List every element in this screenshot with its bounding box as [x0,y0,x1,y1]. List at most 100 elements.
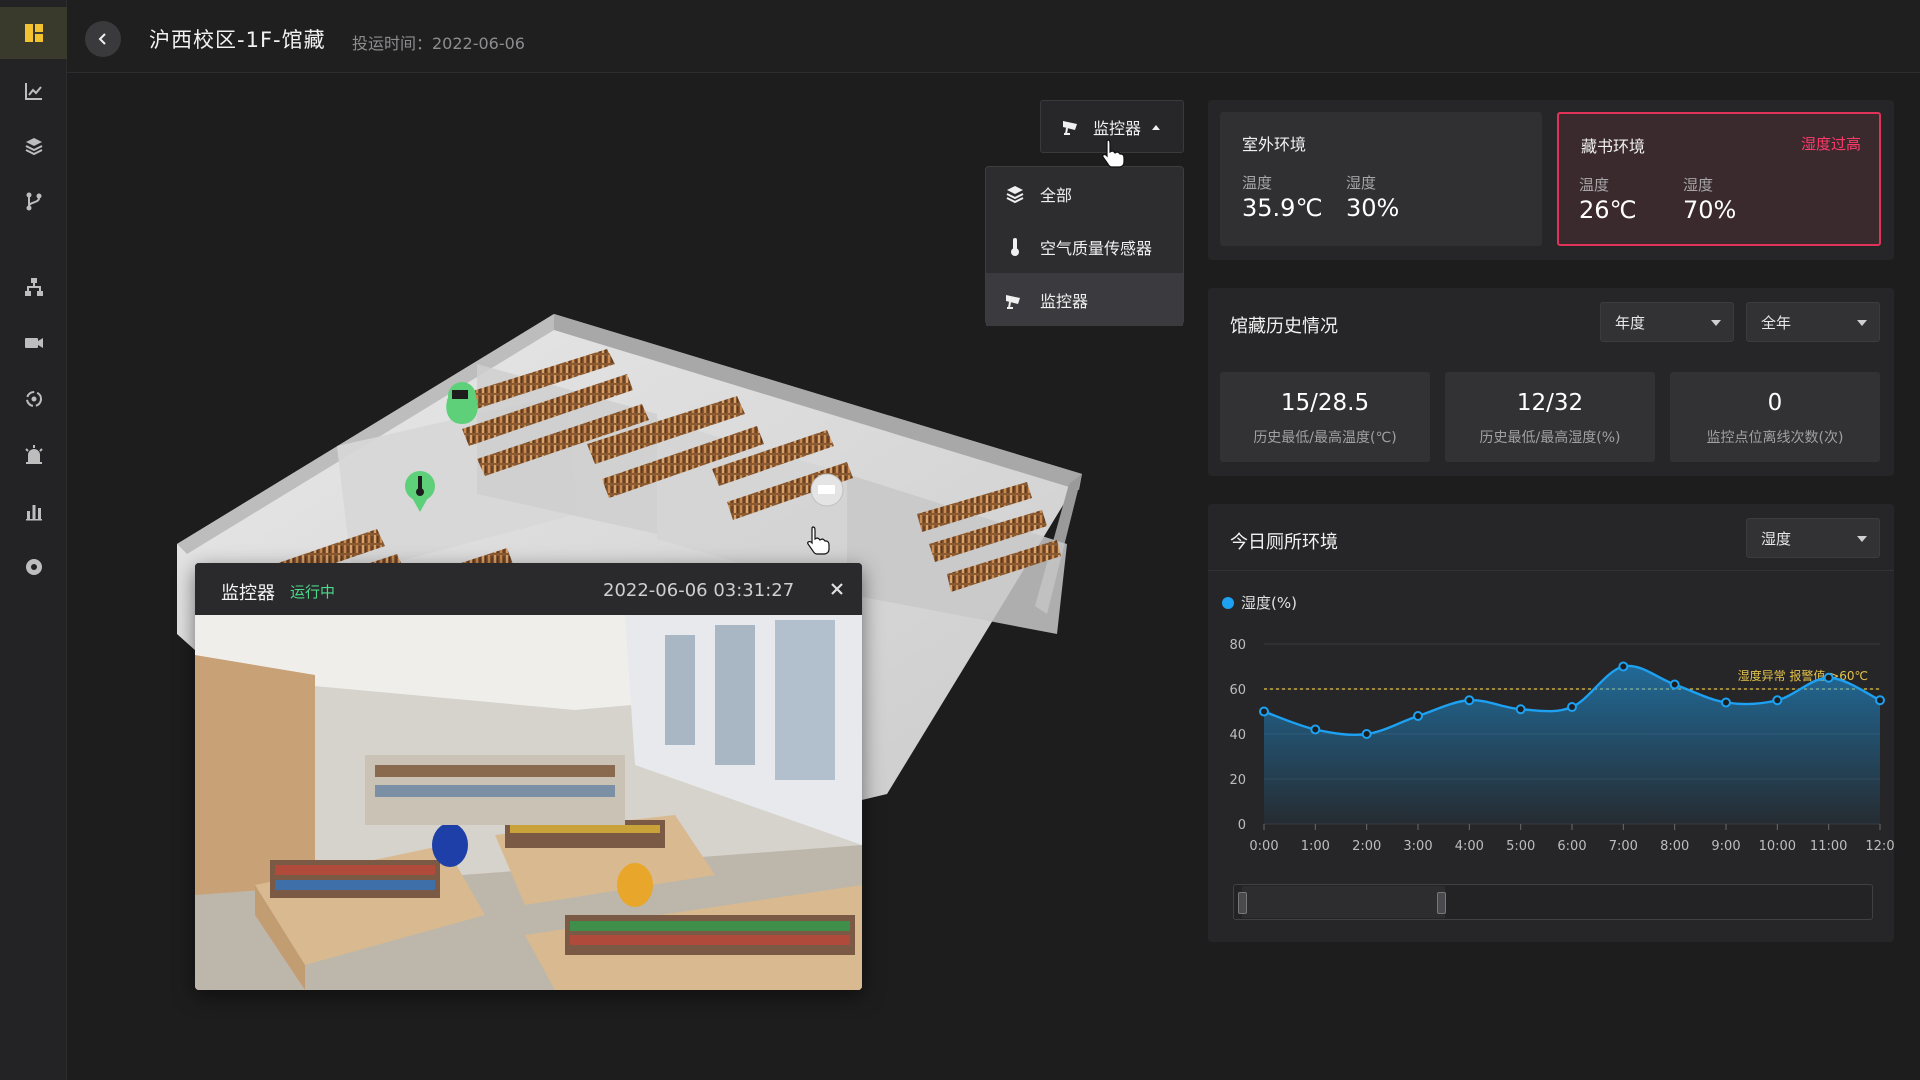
x-tick-label: 6:00 [1557,839,1586,854]
camera-marker[interactable] [446,382,478,424]
sidebar-item-video[interactable] [0,320,67,366]
close-icon[interactable] [827,579,847,599]
sidebar-item-branch[interactable] [0,178,67,224]
line-chart-icon [24,83,42,100]
sidebar-item-analytics[interactable] [0,68,67,114]
sidebar-item-alarm[interactable] [0,432,67,478]
stat-value: 12/32 [1516,390,1584,416]
humidity-chart: 80 60 40 20 00:00 1:00 2:00 3:00 4:00 5:00 6:00 7:0… [1229,638,1894,854]
caret-down-icon [1711,320,1721,326]
x-tick-label: 9:00 [1711,839,1740,854]
x-tick-label: 4:00 [1455,839,1484,854]
y-tick-label: 0 [1238,818,1246,833]
humidity-label: 湿度 [1346,174,1377,192]
app-root: 沪西校区-1F-馆藏 投运时间：2022-06-06 监控器 全部 空气质量传感… [0,0,1920,1080]
range-handle-end[interactable] [1437,892,1446,914]
range-select[interactable]: 全年 [1746,302,1880,342]
x-tick-label: 12:0 [1865,839,1894,854]
sidebar-item-layers[interactable] [0,123,67,169]
data-point [1361,729,1372,739]
bar-chart-icon [25,505,42,521]
temp-label: 温度 [1579,176,1610,194]
org-tree-icon [24,278,43,296]
period-select-value: 年度 [1615,313,1646,332]
dropdown-item-label: 空气质量传感器 [1040,238,1153,258]
camera-feed-image [195,615,862,990]
stat-temperature: 15/28.5 历史最低/最高温度(℃) [1220,372,1430,462]
x-tick-label: 1:00 [1301,839,1330,854]
alert-badge: 湿度过高 [1800,135,1861,153]
dropdown-item-all[interactable]: 全部 [986,167,1183,220]
x-tick-label: 7:00 [1609,839,1638,854]
sidebar [0,0,67,1080]
layers-icon [1006,185,1024,203]
stat-label: 历史最低/最高温度(℃) [1253,430,1397,446]
sidebar-item-org[interactable] [0,264,67,310]
data-point [1515,704,1526,715]
divider [1208,570,1894,571]
y-tick-label: 20 [1229,773,1246,788]
stat-label: 监控点位离线次数(次) [1706,430,1844,446]
sidebar-item-dashboard[interactable] [0,7,67,59]
layers-icon [25,138,42,156]
series-area [1264,665,1880,824]
history-title: 馆藏历史情况 [1230,316,1338,337]
humidity-value: 30% [1346,194,1400,222]
device-filter-label: 监控器 [1093,118,1142,138]
chevron-left-icon [98,33,106,45]
recycle-icon [25,391,42,407]
time-range-slider[interactable] [1233,884,1873,920]
card-title: 室外环境 [1242,135,1307,154]
y-tick-label: 40 [1229,728,1246,743]
data-point [1823,672,1834,683]
metric-select-value: 湿度 [1761,529,1792,548]
back-button[interactable] [85,21,121,57]
status-badge: 运行中 [290,583,336,601]
dropdown-item-label: 监控器 [1040,291,1089,311]
environment-panel: 室外环境 温度 湿度 35.9℃ 30% 藏书环境 湿度过高 温度 湿度 26℃… [1208,100,1894,260]
dropdown-item-air-sensor[interactable]: 空气质量传感器 [986,220,1183,273]
sidebar-item-recycle[interactable] [0,376,67,422]
sidebar-item-stats[interactable] [0,488,67,534]
data-point [1310,724,1321,735]
y-tick-label: 60 [1229,683,1246,698]
hand-cursor-icon [807,526,830,555]
humidity-value: 70% [1683,196,1737,224]
metric-select[interactable]: 湿度 [1746,518,1880,558]
data-point [1669,679,1680,690]
collection-env-card: 藏书环境 湿度过高 温度 湿度 26℃ 70% [1557,112,1881,246]
popup-timestamp: 2022-06-06 03:31:27 [603,580,795,601]
data-point [1721,697,1731,708]
sidebar-item-settings[interactable] [0,544,67,590]
chart-legend: 湿度(%) [1222,592,1297,613]
data-point [1413,711,1423,721]
x-tick-label: 11:00 [1810,839,1847,854]
period-select[interactable]: 年度 [1600,302,1734,342]
dropdown-item-camera[interactable]: 监控器 [986,273,1183,326]
range-handle-start[interactable] [1238,892,1247,914]
humidity-label: 湿度 [1683,176,1714,194]
dashboard-icon [24,24,43,42]
range-selection [1242,886,1445,918]
today-title: 今日厕所环境 [1230,532,1338,553]
legend-swatch [1222,596,1234,609]
camera-marker-offline[interactable] [810,473,844,507]
header: 沪西校区-1F-馆藏 投运时间：2022-06-06 [67,0,1920,73]
x-tick-label: 8:00 [1660,839,1689,854]
stat-value: 15/28.5 [1280,390,1370,416]
data-point [1464,695,1475,706]
y-tick-label: 80 [1229,638,1246,653]
x-tick-label: 10:00 [1759,839,1796,854]
data-point [1772,695,1783,706]
caret-up-icon [1152,124,1161,130]
x-tick-label: 5:00 [1506,839,1535,854]
popup-title: 监控器 [221,583,275,604]
video-camera-icon [24,338,43,348]
x-tick-label: 0:00 [1249,839,1278,854]
operation-time: 投运时间：2022-06-06 [352,34,525,53]
dropdown-item-label: 全部 [1040,185,1073,205]
stat-humidity: 12/32 历史最低/最高湿度(%) [1445,372,1655,462]
hand-cursor-icon [1102,139,1125,168]
popup-header: 监控器 运行中 2022-06-06 03:31:27 [195,563,862,615]
camera-icon [1063,120,1077,135]
